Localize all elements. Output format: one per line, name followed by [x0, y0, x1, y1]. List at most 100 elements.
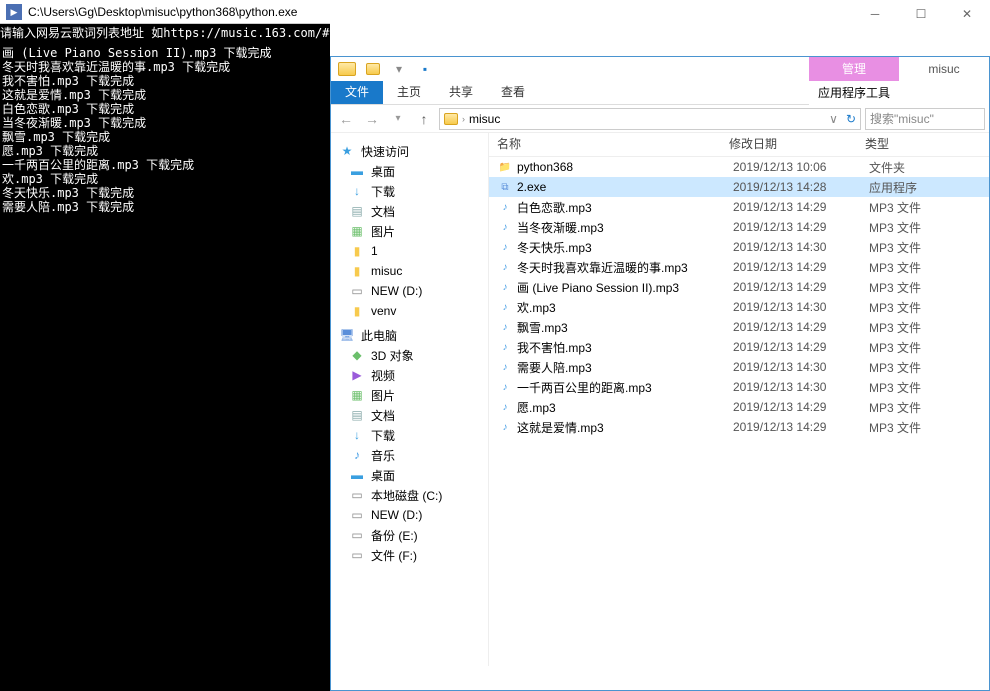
sidebar-item-documents2[interactable]: ▤文档 [331, 405, 488, 425]
sidebar-item-pictures[interactable]: ▦图片 [331, 221, 488, 241]
sidebar-item-venv[interactable]: ▮venv [331, 301, 488, 321]
sidebar-item-new-d[interactable]: ▭NEW (D:) [331, 281, 488, 301]
console-titlebar[interactable]: ▶ C:\Users\Gg\Desktop\misuc\python368\py… [0, 0, 330, 24]
folder-icon[interactable] [337, 59, 357, 79]
table-row[interactable]: ♪我不害怕.mp32019/12/13 14:29MP3 文件 [489, 337, 989, 357]
file-date: 2019/12/13 10:06 [733, 160, 869, 174]
table-row[interactable]: ♪这就是爱情.mp32019/12/13 14:29MP3 文件 [489, 417, 989, 437]
table-row[interactable]: 📁python3682019/12/13 10:06文件夹 [489, 157, 989, 177]
breadcrumb[interactable]: misuc [469, 112, 500, 126]
file-date: 2019/12/13 14:29 [733, 340, 869, 354]
console-line: 这就是爱情.mp3 下载完成 [2, 88, 330, 102]
file-list: 名称 修改日期 类型 📁python3682019/12/13 10:06文件夹… [489, 133, 989, 666]
qat-dropdown[interactable]: ▾ [389, 59, 409, 79]
console-line: 愿.mp3 下载完成 [2, 144, 330, 158]
sidebar-item-music[interactable]: ♪音乐 [331, 445, 488, 465]
maximize-button[interactable]: ☐ [898, 0, 944, 28]
table-row[interactable]: ♪飘雪.mp32019/12/13 14:29MP3 文件 [489, 317, 989, 337]
sidebar-item-cdrive[interactable]: ▭本地磁盘 (C:) [331, 485, 488, 505]
sidebar-item-pictures2[interactable]: ▦图片 [331, 385, 488, 405]
file-date: 2019/12/13 14:29 [733, 260, 869, 274]
console-title: C:\Users\Gg\Desktop\misuc\python368\pyth… [28, 5, 297, 19]
addr-dropdown-icon[interactable]: ∨ [829, 112, 838, 126]
back-button[interactable]: ← [335, 108, 357, 130]
mp3-icon: ♪ [497, 419, 513, 435]
document-icon: ▤ [349, 408, 365, 422]
sidebar-item-folder-1[interactable]: ▮1 [331, 241, 488, 261]
forward-button[interactable]: → [361, 108, 383, 130]
sidebar-item-videos[interactable]: ▶视频 [331, 365, 488, 385]
sidebar-item-ddrive[interactable]: ▭NEW (D:) [331, 505, 488, 525]
console-line: 飘雪.mp3 下载完成 [2, 130, 330, 144]
close-button[interactable]: ✕ [944, 0, 990, 28]
column-header-type[interactable]: 类型 [865, 135, 989, 152]
sidebar-item-this-pc[interactable]: 🖥此电脑 [331, 325, 488, 345]
download-icon: ↓ [349, 428, 365, 442]
mp3-icon: ♪ [497, 199, 513, 215]
tab-file[interactable]: 文件 [331, 81, 383, 104]
address-bar[interactable]: › misuc ∨ ↻ [439, 108, 861, 130]
table-row[interactable]: ♪冬天快乐.mp32019/12/13 14:30MP3 文件 [489, 237, 989, 257]
table-row[interactable]: ♪当冬夜渐暖.mp32019/12/13 14:29MP3 文件 [489, 217, 989, 237]
table-row[interactable]: ♪愿.mp32019/12/13 14:29MP3 文件 [489, 397, 989, 417]
chevron-right-icon: › [462, 114, 465, 124]
table-row[interactable]: ♪冬天时我喜欢靠近温暖的事.mp32019/12/13 14:29MP3 文件 [489, 257, 989, 277]
sidebar-item-downloads2[interactable]: ↓下载 [331, 425, 488, 445]
tab-share[interactable]: 共享 [435, 81, 487, 104]
file-type: MP3 文件 [869, 319, 921, 336]
sidebar-item-documents[interactable]: ▤文档 [331, 201, 488, 221]
search-input[interactable]: 搜索"misuc" [865, 108, 985, 130]
sidebar-item-downloads[interactable]: ↓下载 [331, 181, 488, 201]
file-date: 2019/12/13 14:29 [733, 200, 869, 214]
file-date: 2019/12/13 14:30 [733, 300, 869, 314]
context-tab-manage[interactable]: 管理 应用程序工具 [809, 57, 899, 105]
folder-icon: ▮ [349, 304, 365, 318]
up-button[interactable]: ↑ [413, 108, 435, 130]
tab-home[interactable]: 主页 [383, 81, 435, 104]
mp3-icon: ♪ [497, 279, 513, 295]
picture-icon: ▦ [349, 388, 365, 402]
table-row[interactable]: ♪一千两百公里的距离.mp32019/12/13 14:30MP3 文件 [489, 377, 989, 397]
console-line: 白色恋歌.mp3 下载完成 [2, 102, 330, 116]
console-prompt[interactable]: 请输入网易云歌词列表地址 如https://music.163.com/#/pl… [0, 24, 330, 42]
file-name: 冬天时我喜欢靠近温暖的事.mp3 [517, 259, 733, 276]
file-type: MP3 文件 [869, 419, 921, 436]
file-name: 需要人陪.mp3 [517, 359, 733, 376]
file-name: 飘雪.mp3 [517, 319, 733, 336]
table-row[interactable]: ⧉2.exe2019/12/13 14:28应用程序 [489, 177, 989, 197]
file-date: 2019/12/13 14:29 [733, 280, 869, 294]
file-name: 欢.mp3 [517, 299, 733, 316]
file-name: 这就是爱情.mp3 [517, 419, 733, 436]
sidebar-item-desktop[interactable]: ▬桌面 [331, 161, 488, 181]
console-output: 画 (Live Piano Session II).mp3 下载完成冬天时我喜欢… [0, 42, 330, 214]
file-type: 文件夹 [869, 159, 905, 176]
drive-icon: ▭ [349, 548, 365, 562]
tab-view[interactable]: 查看 [487, 81, 539, 104]
properties-button[interactable] [363, 59, 383, 79]
navigation-pane: ★快速访问 ▬桌面 ↓下载 ▤文档 ▦图片 ▮1 ▮misuc ▭NEW (D:… [331, 133, 489, 666]
sidebar-item-desktop2[interactable]: ▬桌面 [331, 465, 488, 485]
sidebar-item-fdrive[interactable]: ▭文件 (F:) [331, 545, 488, 565]
table-row[interactable]: ♪画 (Live Piano Session II).mp32019/12/13… [489, 277, 989, 297]
video-icon: ▶ [349, 368, 365, 382]
column-header-date[interactable]: 修改日期 [729, 135, 865, 152]
file-type: MP3 文件 [869, 199, 921, 216]
console-line: 需要人陪.mp3 下载完成 [2, 200, 330, 214]
drive-icon: ▭ [349, 528, 365, 542]
table-row[interactable]: ♪需要人陪.mp32019/12/13 14:30MP3 文件 [489, 357, 989, 377]
refresh-icon[interactable]: ↻ [846, 112, 856, 126]
sidebar-item-quick-access[interactable]: ★快速访问 [331, 141, 488, 161]
file-date: 2019/12/13 14:29 [733, 400, 869, 414]
sidebar-item-3d[interactable]: ◆3D 对象 [331, 345, 488, 365]
folder-icon: ▮ [349, 264, 365, 278]
recent-dropdown[interactable]: ▾ [387, 108, 409, 130]
table-row[interactable]: ♪欢.mp32019/12/13 14:30MP3 文件 [489, 297, 989, 317]
file-type: MP3 文件 [869, 299, 921, 316]
context-tab-misuc[interactable]: misuc [899, 57, 989, 105]
sidebar-item-edrive[interactable]: ▭备份 (E:) [331, 525, 488, 545]
sidebar-item-misuc[interactable]: ▮misuc [331, 261, 488, 281]
table-row[interactable]: ♪白色恋歌.mp32019/12/13 14:29MP3 文件 [489, 197, 989, 217]
minimize-button[interactable]: ─ [852, 0, 898, 28]
ribbon-toggle[interactable]: ▪ [415, 59, 435, 79]
column-header-name[interactable]: 名称 [489, 135, 729, 152]
